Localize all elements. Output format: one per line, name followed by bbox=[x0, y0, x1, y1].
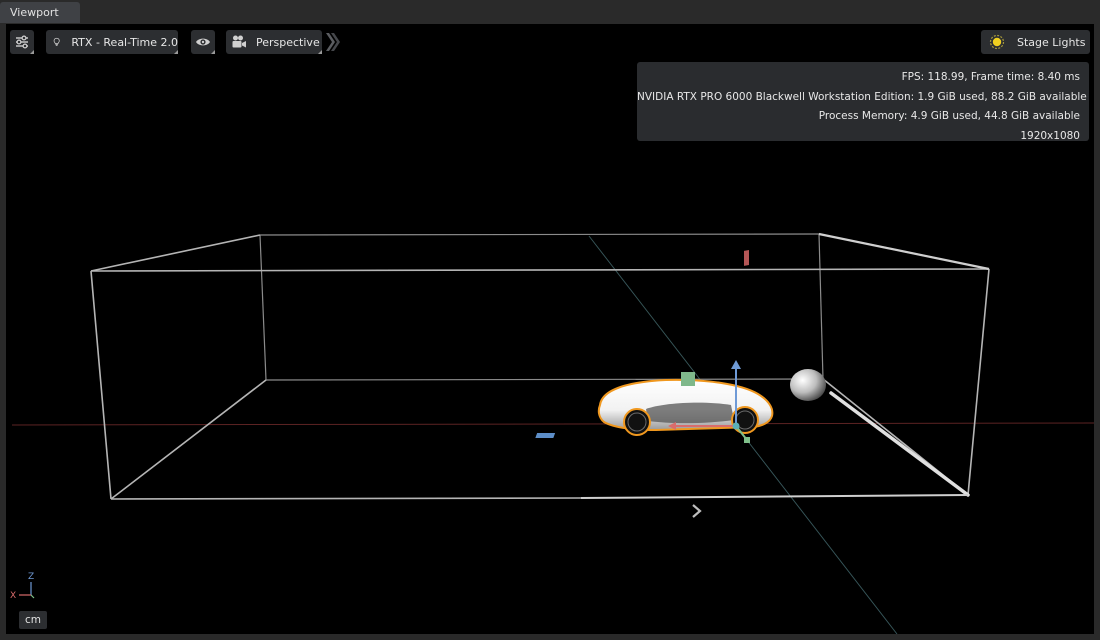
app-window: Viewport RTX - Real-Time 2.0 Perspective… bbox=[0, 0, 1100, 640]
eye-icon bbox=[196, 38, 210, 46]
gpu-memory-readout: NVIDIA RTX PRO 6000 Blackwell Workstatio… bbox=[637, 90, 1087, 103]
car-side-shadow bbox=[646, 402, 734, 424]
stats-overlay: FPS: 118.99, Frame time: 8.40 ms NVIDIA … bbox=[637, 62, 1089, 142]
sun-icon bbox=[989, 34, 1005, 50]
renderer-label: RTX - Real-Time 2.0 bbox=[71, 35, 178, 49]
gizmo-center[interactable] bbox=[732, 422, 740, 430]
x-axis-line bbox=[11, 422, 1094, 426]
units-button[interactable]: cm bbox=[19, 611, 47, 629]
bounds-box-top-edge bbox=[818, 232, 990, 271]
bounds-box-back bbox=[259, 233, 824, 381]
stage-lights-label: Stage Lights bbox=[1017, 35, 1086, 49]
gizmo-plane-xz-handle[interactable] bbox=[681, 372, 695, 386]
sliders-icon bbox=[16, 35, 28, 49]
resolution-readout: 1920x1080 bbox=[1020, 129, 1080, 142]
axis-x-label: X bbox=[10, 591, 16, 601]
bounds-box-front-edge bbox=[829, 391, 970, 497]
camera-label: Perspective bbox=[256, 35, 320, 49]
sphere-light[interactable] bbox=[790, 369, 826, 401]
movie-camera-icon bbox=[232, 35, 246, 48]
tab-viewport[interactable]: Viewport bbox=[0, 2, 80, 23]
camera-button[interactable]: Perspective bbox=[226, 30, 322, 54]
settings-button[interactable] bbox=[10, 30, 34, 54]
viewport[interactable]: RTX - Real-Time 2.0 Perspective Stage Li… bbox=[6, 24, 1094, 634]
stage-lights-button[interactable]: Stage Lights bbox=[981, 30, 1090, 54]
bounds-box-bottom-edge bbox=[580, 494, 969, 499]
chevron-right-icon[interactable] bbox=[690, 503, 704, 519]
process-memory-readout: Process Memory: 4.9 GiB used, 44.8 GiB a… bbox=[818, 110, 1080, 122]
lightbulb-icon bbox=[53, 37, 60, 47]
tab-bar: Viewport bbox=[0, 0, 1100, 23]
visibility-button[interactable] bbox=[191, 30, 215, 54]
bounds-box-front bbox=[90, 233, 990, 500]
toolbar-expand-icon[interactable] bbox=[324, 32, 340, 52]
renderer-button[interactable]: RTX - Real-Time 2.0 bbox=[46, 30, 178, 54]
axis-orientation-gizmo: Z X bbox=[10, 572, 35, 601]
fps-readout: FPS: 118.99, Frame time: 8.40 ms bbox=[901, 71, 1080, 83]
gizmo-plane-xy-handle[interactable] bbox=[744, 249, 749, 266]
gizmo-plane-yz-handle[interactable] bbox=[535, 433, 556, 438]
axis-z-label: Z bbox=[28, 572, 34, 582]
